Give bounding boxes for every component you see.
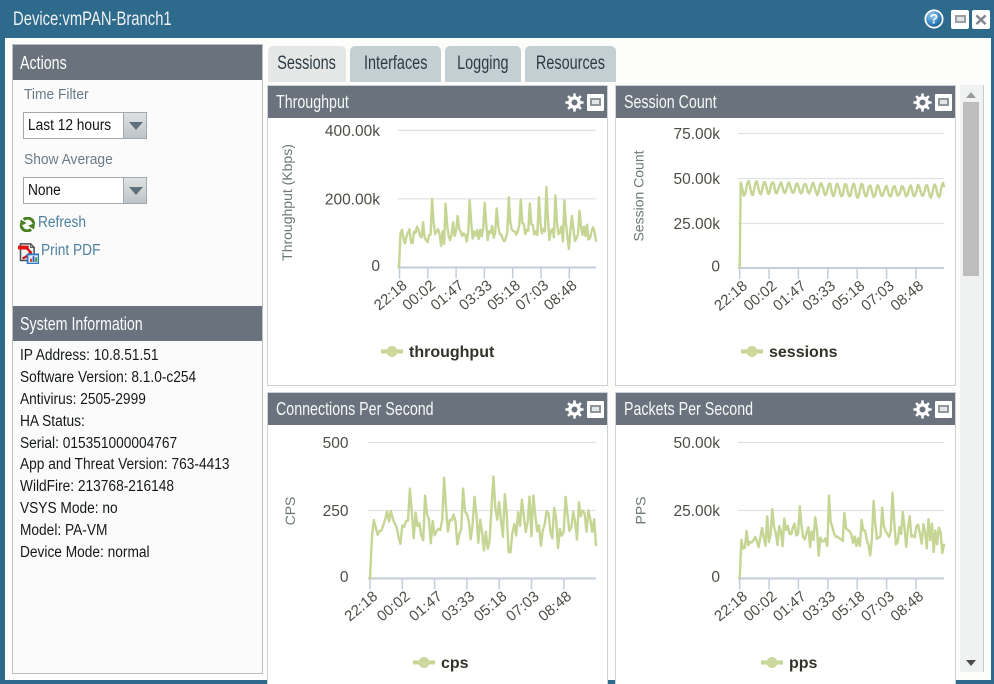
svg-text:Session Count: Session Count [631, 150, 647, 241]
svg-text:cps: cps [441, 655, 469, 672]
svg-text:00:02: 00:02 [741, 277, 781, 314]
svg-text:0: 0 [371, 258, 380, 275]
svg-text:08:48: 08:48 [887, 277, 927, 314]
svg-text:50.00k: 50.00k [673, 435, 720, 452]
svg-text:0: 0 [340, 569, 349, 586]
svg-text:03:33: 03:33 [438, 588, 478, 625]
svg-text:22:18: 22:18 [341, 588, 381, 625]
svg-text:05:18: 05:18 [829, 277, 869, 314]
svg-text:75.00k: 75.00k [673, 126, 720, 143]
svg-text:500: 500 [323, 435, 349, 452]
svg-text:07:03: 07:03 [858, 277, 898, 314]
svg-text:0: 0 [711, 569, 720, 586]
svg-text:22:18: 22:18 [711, 277, 751, 314]
svg-text:03:33: 03:33 [799, 588, 839, 625]
svg-text:01:47: 01:47 [770, 277, 810, 314]
svg-text:0: 0 [711, 259, 720, 276]
svg-text:CPS: CPS [282, 497, 298, 526]
svg-text:400.00k: 400.00k [325, 123, 380, 140]
svg-text:00:02: 00:02 [741, 588, 781, 625]
svg-text:00:02: 00:02 [374, 588, 414, 625]
svg-text:25.00k: 25.00k [673, 216, 720, 233]
svg-text:08:48: 08:48 [535, 588, 575, 625]
svg-text:throughput: throughput [409, 344, 495, 361]
svg-text:25.00k: 25.00k [673, 503, 720, 520]
svg-text:pps: pps [789, 655, 818, 672]
svg-text:250: 250 [323, 503, 349, 520]
svg-text:Throughput (Kbps): Throughput (Kbps) [279, 144, 295, 261]
svg-text:03:33: 03:33 [799, 277, 839, 314]
svg-text:22:18: 22:18 [711, 588, 751, 625]
svg-text:08:48: 08:48 [541, 277, 581, 314]
svg-text:PPS: PPS [633, 496, 649, 524]
svg-text:01:47: 01:47 [406, 588, 446, 625]
svg-text:08:48: 08:48 [887, 588, 927, 625]
svg-text:05:18: 05:18 [829, 588, 869, 625]
svg-text:sessions: sessions [769, 344, 838, 361]
svg-text:01:47: 01:47 [770, 588, 810, 625]
svg-text:?: ? [929, 12, 937, 27]
svg-text:05:18: 05:18 [471, 588, 511, 625]
svg-text:200.00k: 200.00k [325, 191, 380, 208]
svg-text:50.00k: 50.00k [673, 171, 720, 188]
svg-text:07:03: 07:03 [503, 588, 543, 625]
svg-text:07:03: 07:03 [858, 588, 898, 625]
